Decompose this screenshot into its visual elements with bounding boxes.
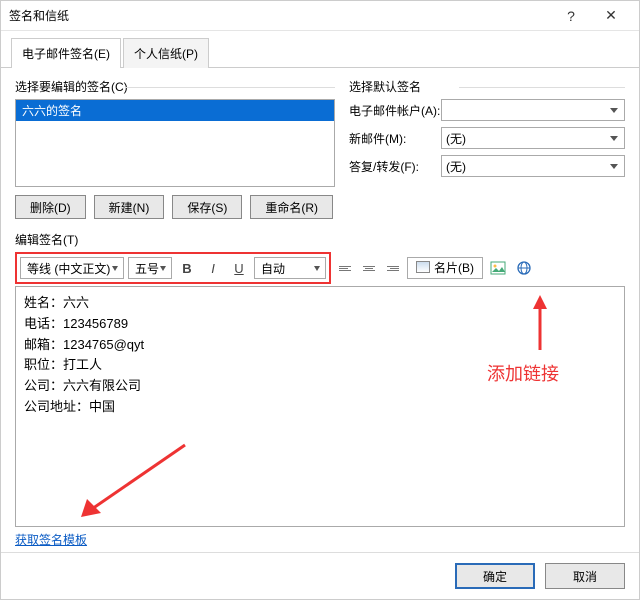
new-button[interactable]: 新建(N)	[94, 195, 165, 219]
get-templates-link[interactable]: 获取签名模板	[15, 531, 625, 548]
underline-button[interactable]: U	[228, 257, 250, 279]
business-card-label: 名片(B)	[434, 259, 474, 276]
align-center-button[interactable]	[359, 257, 379, 279]
business-card-button[interactable]: 名片(B)	[407, 257, 483, 279]
italic-button[interactable]: I	[202, 257, 224, 279]
tab-personal-stationery[interactable]: 个人信纸(P)	[123, 38, 209, 68]
editor-line: 公司地址：中国	[24, 397, 616, 418]
reply-forward-combo[interactable]: (无)	[441, 155, 625, 177]
save-button[interactable]: 保存(S)	[172, 195, 242, 219]
help-button[interactable]: ?	[551, 1, 591, 31]
editor-line: 职位：打工人	[24, 355, 616, 376]
signature-editor[interactable]: 姓名：六六 电话：123456789 邮箱：1234765@qyt 职位：打工人…	[15, 286, 625, 527]
font-color-combo[interactable]: 自动	[254, 257, 326, 279]
cancel-button[interactable]: 取消	[545, 563, 625, 589]
close-button[interactable]: ✕	[591, 1, 631, 31]
select-signature-label: 选择要编辑的签名(C)	[15, 78, 335, 95]
font-size-combo[interactable]: 五号	[128, 257, 172, 279]
formatting-toolbar: 等线 (中文正文) 五号 B I U 自动	[15, 252, 331, 284]
editor-line: 电话：123456789	[24, 314, 616, 335]
rename-button[interactable]: 重命名(R)	[250, 195, 333, 219]
editor-line: 邮箱：1234765@qyt	[24, 335, 616, 356]
delete-button[interactable]: 删除(D)	[15, 195, 86, 219]
bold-button[interactable]: B	[176, 257, 198, 279]
font-family-combo[interactable]: 等线 (中文正文)	[20, 257, 124, 279]
dialog-title: 签名和信纸	[9, 7, 551, 24]
editor-line: 姓名：六六	[24, 293, 616, 314]
editor-line: 公司：六六有限公司	[24, 376, 616, 397]
insert-link-button[interactable]	[513, 257, 535, 279]
email-account-label: 电子邮件帐户(A):	[349, 102, 441, 119]
default-signature-label: 选择默认签名	[349, 78, 625, 95]
ok-button[interactable]: 确定	[455, 563, 535, 589]
insert-image-button[interactable]	[487, 257, 509, 279]
signature-list-item[interactable]: 六六的签名	[16, 100, 334, 121]
align-left-button[interactable]	[335, 257, 355, 279]
signature-listbox[interactable]: 六六的签名	[15, 99, 335, 187]
new-mail-combo[interactable]: (无)	[441, 127, 625, 149]
reply-forward-label: 答复/转发(F):	[349, 158, 441, 175]
edit-signature-label: 编辑签名(T)	[15, 231, 625, 248]
new-mail-label: 新邮件(M):	[349, 130, 441, 147]
align-right-button[interactable]	[383, 257, 403, 279]
tab-email-signature[interactable]: 电子邮件签名(E)	[11, 38, 121, 68]
email-account-combo[interactable]	[441, 99, 625, 121]
